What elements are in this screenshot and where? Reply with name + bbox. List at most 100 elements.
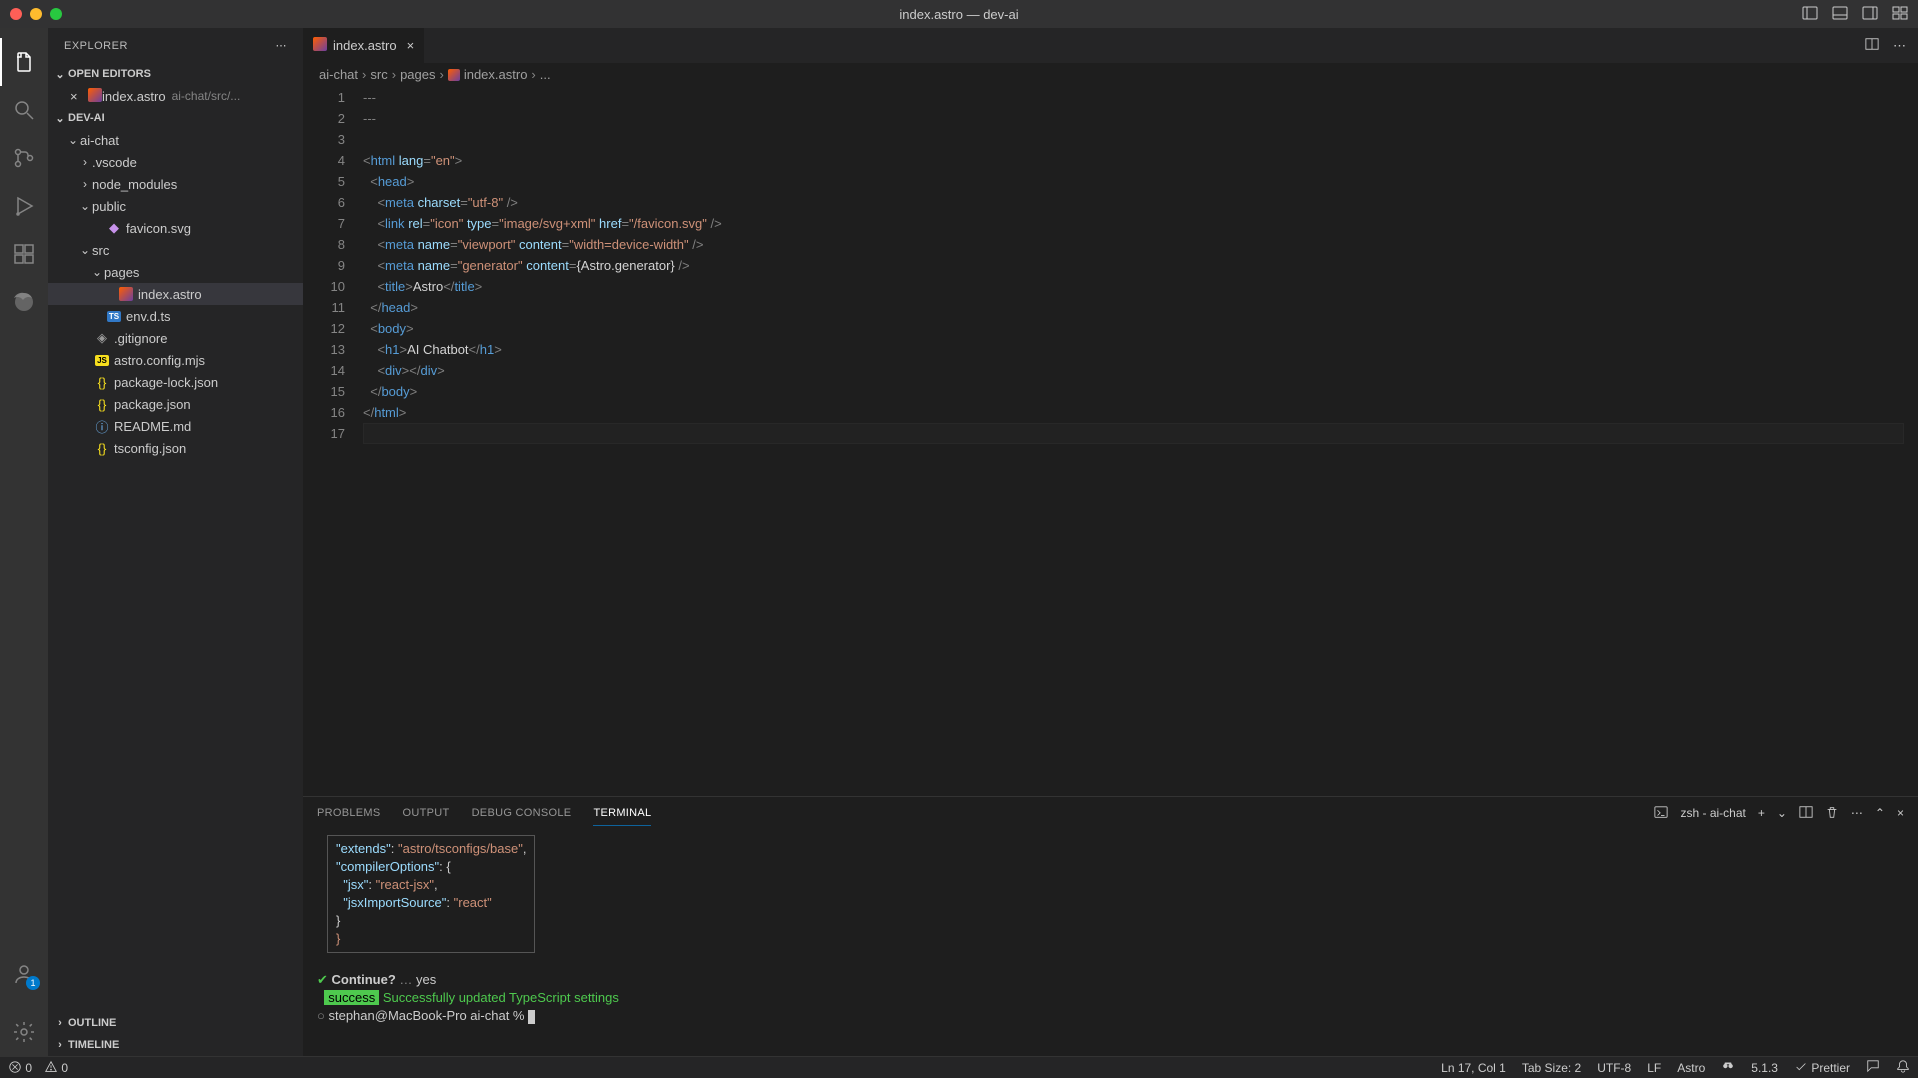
kill-terminal-icon[interactable] — [1825, 805, 1839, 822]
close-window-button[interactable] — [10, 8, 22, 20]
breadcrumb-segment[interactable]: ... — [540, 67, 551, 82]
breadcrumb-segment[interactable]: pages — [400, 67, 435, 82]
outline-section-header[interactable]: › OUTLINE — [48, 1012, 303, 1034]
panel-tab-problems[interactable]: PROBLEMS — [317, 801, 381, 825]
source-control-icon[interactable] — [0, 134, 48, 182]
folder-item[interactable]: ›node_modules — [48, 173, 303, 195]
breadcrumb-segment[interactable]: src — [370, 67, 387, 82]
file-icon: JS — [92, 355, 112, 366]
tab-size[interactable]: Tab Size: 2 — [1522, 1061, 1581, 1075]
more-actions-icon[interactable]: ⋯ — [1851, 806, 1863, 820]
search-icon[interactable] — [0, 86, 48, 134]
file-item[interactable]: TSenv.d.ts — [48, 305, 303, 327]
tree-item-label: index.astro — [138, 287, 202, 302]
minimize-window-button[interactable] — [30, 8, 42, 20]
terminal-label[interactable]: zsh - ai-chat — [1680, 806, 1745, 820]
tree-item-label: package-lock.json — [114, 375, 218, 390]
chevron-right-icon: › — [531, 67, 535, 82]
more-actions-icon[interactable]: ⋯ — [1893, 38, 1906, 54]
open-editor-path: ai-chat/src/... — [172, 89, 241, 103]
close-icon[interactable]: × — [407, 38, 415, 53]
new-terminal-icon[interactable]: + — [1758, 806, 1765, 820]
cursor-position[interactable]: Ln 17, Col 1 — [1441, 1061, 1506, 1075]
panel-tab-terminal[interactable]: TERMINAL — [593, 801, 651, 826]
sidebar-more-icon[interactable]: ⋯ — [276, 39, 288, 52]
maximize-window-button[interactable] — [50, 8, 62, 20]
timeline-section-header[interactable]: › TIMELINE — [48, 1034, 303, 1056]
workspace-section-header[interactable]: ⌄ DEV-AI — [48, 107, 303, 129]
terminal-body[interactable]: "extends": "astro/tsconfigs/base", "comp… — [303, 829, 1918, 1056]
warning-count[interactable]: 0 — [44, 1060, 68, 1075]
chevron-down-icon: ⌄ — [78, 199, 92, 213]
panel-tabs: PROBLEMS OUTPUT DEBUG CONSOLE TERMINAL z… — [303, 797, 1918, 829]
file-item[interactable]: index.astro — [48, 283, 303, 305]
extensions-icon[interactable] — [0, 230, 48, 278]
folder-item[interactable]: ⌄pages — [48, 261, 303, 283]
encoding[interactable]: UTF-8 — [1597, 1061, 1631, 1075]
minimap[interactable] — [1904, 85, 1918, 796]
language-mode[interactable]: Astro — [1677, 1061, 1705, 1075]
file-item[interactable]: JSastro.config.mjs — [48, 349, 303, 371]
close-panel-icon[interactable]: × — [1897, 806, 1904, 820]
folder-item[interactable]: ⌄ai-chat — [48, 129, 303, 151]
settings-gear-icon[interactable] — [0, 1008, 48, 1056]
file-item[interactable]: ◆favicon.svg — [48, 217, 303, 239]
file-icon — [116, 287, 136, 301]
editor-tab[interactable]: index.astro × — [303, 28, 425, 63]
file-icon: {} — [92, 397, 112, 412]
folder-item[interactable]: ⌄src — [48, 239, 303, 261]
panel-tab-output[interactable]: OUTPUT — [403, 801, 450, 825]
file-item[interactable]: {}package.json — [48, 393, 303, 415]
chevron-right-icon: › — [52, 1017, 68, 1029]
terminal-shell-icon[interactable] — [1654, 805, 1668, 822]
accounts-icon[interactable]: 1 — [0, 950, 48, 998]
run-debug-icon[interactable] — [0, 182, 48, 230]
terminal-dropdown-icon[interactable]: ⌄ — [1777, 806, 1787, 820]
prompt-circle-icon: ○ — [317, 1008, 325, 1023]
tree-item-label: env.d.ts — [126, 309, 171, 324]
file-item[interactable]: {}package-lock.json — [48, 371, 303, 393]
titlebar: index.astro — dev-ai — [0, 0, 1918, 28]
prettier-status[interactable]: Prettier — [1794, 1060, 1850, 1075]
code-editor[interactable]: 1234567891011121314151617 ------ <html l… — [303, 85, 1918, 796]
customize-layout-icon[interactable] — [1892, 5, 1908, 24]
close-icon[interactable]: × — [70, 89, 88, 104]
panel-tab-debug-console[interactable]: DEBUG CONSOLE — [472, 801, 572, 825]
astro-version[interactable]: 5.1.3 — [1751, 1061, 1778, 1075]
error-count[interactable]: 0 — [8, 1060, 32, 1075]
line-gutter: 1234567891011121314151617 — [303, 85, 363, 796]
toggle-panel-left-icon[interactable] — [1802, 5, 1818, 24]
copilot-icon[interactable] — [1721, 1059, 1735, 1076]
terminal-prompt-answer: yes — [416, 972, 436, 987]
feedback-icon[interactable] — [1866, 1059, 1880, 1076]
folder-item[interactable]: ›.vscode — [48, 151, 303, 173]
open-editors-section-header[interactable]: ⌄ OPEN EDITORS — [48, 63, 303, 85]
folder-item[interactable]: ⌄public — [48, 195, 303, 217]
chevron-down-icon: ⌄ — [66, 133, 80, 147]
eol[interactable]: LF — [1647, 1061, 1661, 1075]
bottom-panel: PROBLEMS OUTPUT DEBUG CONSOLE TERMINAL z… — [303, 796, 1918, 1056]
edge-tools-icon[interactable] — [0, 278, 48, 326]
chevron-right-icon: › — [52, 1039, 68, 1051]
explorer-icon[interactable] — [0, 38, 48, 86]
breadcrumb[interactable]: ai-chat › src › pages › index.astro › ..… — [303, 63, 1918, 85]
split-terminal-icon[interactable] — [1799, 805, 1813, 822]
code-content[interactable]: ------ <html lang="en"> <head> <meta cha… — [363, 85, 1904, 796]
tree-item-label: public — [92, 199, 126, 214]
breadcrumb-segment[interactable]: index.astro — [464, 67, 528, 82]
toggle-panel-right-icon[interactable] — [1862, 5, 1878, 24]
sidebar-title: EXPLORER — [64, 40, 276, 52]
notifications-icon[interactable] — [1896, 1059, 1910, 1076]
file-icon: ◆ — [104, 220, 124, 236]
open-editor-item[interactable]: × index.astro ai-chat/src/... — [48, 85, 303, 107]
checkmark-icon: ✔ — [317, 972, 328, 987]
file-item[interactable]: {}tsconfig.json — [48, 437, 303, 459]
split-editor-icon[interactable] — [1865, 37, 1879, 54]
toggle-panel-bottom-icon[interactable] — [1832, 5, 1848, 24]
file-item[interactable]: ⓘREADME.md — [48, 415, 303, 437]
tree-item-label: node_modules — [92, 177, 177, 192]
breadcrumb-segment[interactable]: ai-chat — [319, 67, 358, 82]
maximize-panel-icon[interactable]: ⌃ — [1875, 806, 1885, 820]
file-item[interactable]: ◈.gitignore — [48, 327, 303, 349]
window-title: index.astro — dev-ai — [899, 7, 1018, 22]
